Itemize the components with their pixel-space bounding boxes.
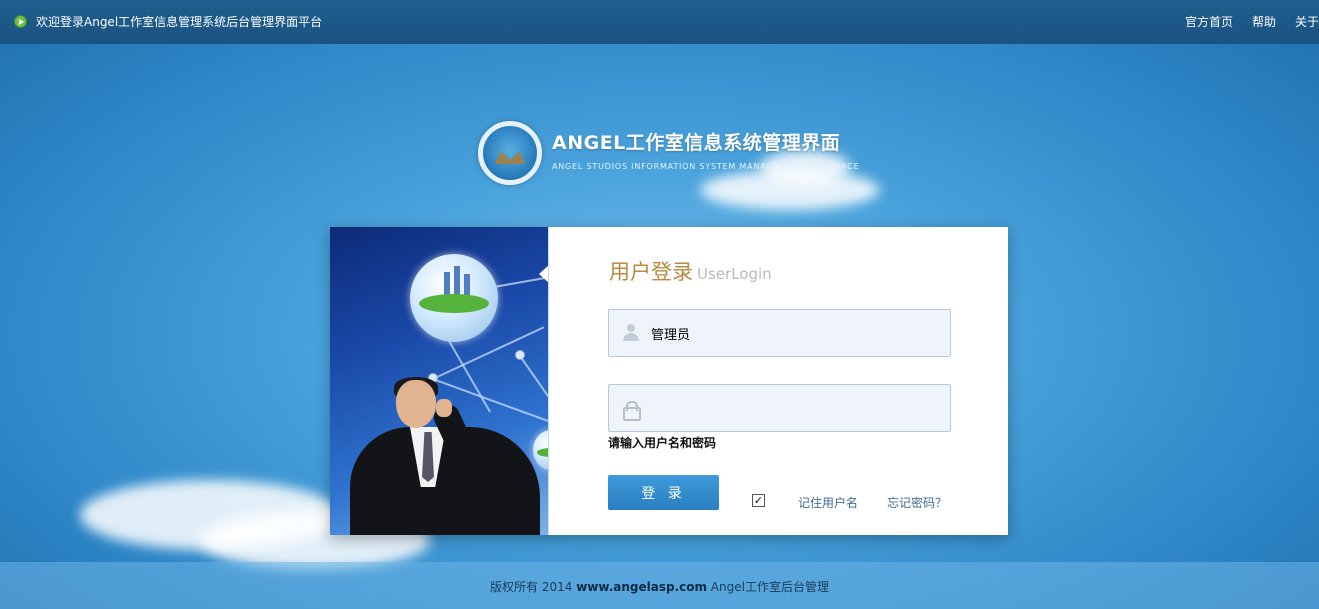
nav-home-link[interactable]: 官方首页 [1185, 13, 1233, 30]
nav-about-link[interactable]: 关于 [1295, 13, 1319, 30]
remember-label: 记住用户名 [798, 496, 859, 510]
login-button[interactable]: 登 录 [608, 475, 719, 510]
footer-site-link: www.angelasp.com [576, 580, 707, 594]
login-title: 用户登录 UserLogin [609, 256, 772, 286]
username-input[interactable] [651, 310, 941, 356]
footer-suffix: Angel工作室后台管理 [706, 580, 829, 594]
top-nav: 官方首页 帮助 关于 [1185, 13, 1319, 30]
login-panel: 用户登录UserLogin 请输入用户名和密码 登 录 ✓ 记住用户名 忘记密码… [330, 227, 1008, 535]
footer-prefix: 版权所有 2014 [490, 580, 577, 594]
remember-checkbox[interactable]: ✓ [752, 494, 765, 507]
username-field[interactable] [608, 309, 951, 357]
play-icon [14, 15, 27, 28]
login-title-cn: 用户登录 [609, 260, 693, 284]
forgot-password-link[interactable]: 忘记密码？ [887, 494, 947, 511]
user-icon [622, 324, 640, 342]
password-input[interactable] [651, 385, 941, 431]
logo-subtitle: ANGEL STUDIOS INFORMATION SYSTEM MANAGEM… [552, 162, 860, 171]
top-bar: 欢迎登录Angel工作室信息管理系统后台管理界面平台 官方首页 帮助 关于 [0, 0, 1319, 44]
panel-notch [539, 265, 548, 283]
footer: 版权所有 2014 www.angelasp.com Angel工作室后台管理 [0, 562, 1319, 609]
welcome-text: 欢迎登录Angel工作室信息管理系统后台管理界面平台 [36, 15, 323, 29]
password-field[interactable] [608, 384, 951, 432]
logo-title: ANGEL工作室信息系统管理界面 [552, 132, 841, 154]
logo-icon [478, 121, 542, 185]
login-illustration [330, 227, 549, 535]
login-hint: 请输入用户名和密码 [608, 436, 717, 450]
nav-help-link[interactable]: 帮助 [1252, 13, 1276, 30]
lock-icon [623, 401, 641, 421]
login-title-en: UserLogin [697, 265, 772, 283]
